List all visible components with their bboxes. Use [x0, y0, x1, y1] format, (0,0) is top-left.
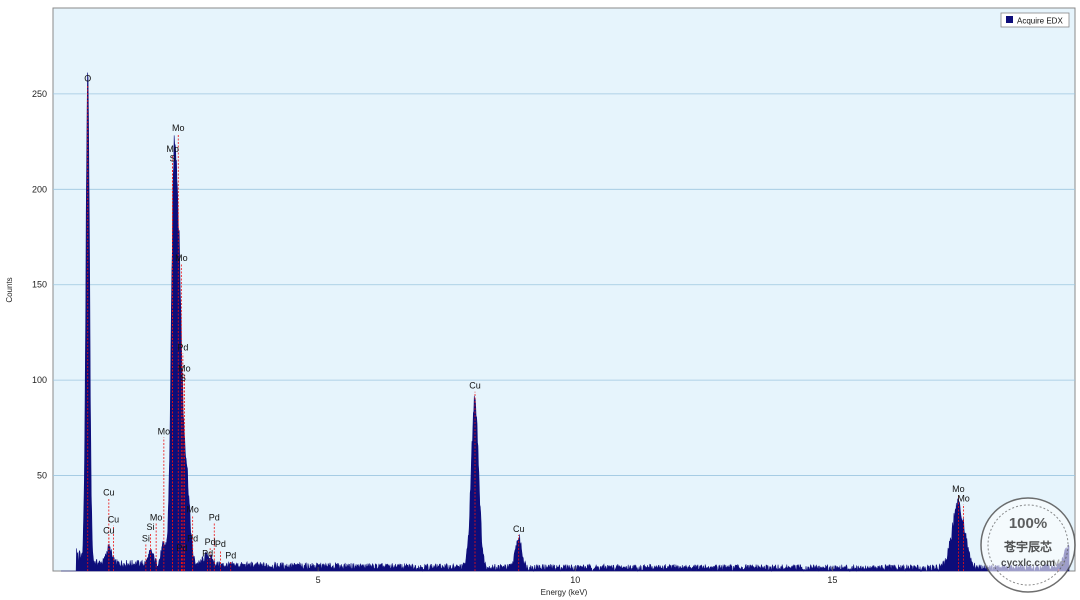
peak-label-0: O	[84, 73, 91, 83]
peak-label-26: Mo	[957, 493, 970, 503]
y-tick-label-3: 200	[32, 184, 47, 194]
y-tick-label-2: 150	[32, 280, 47, 290]
peak-label-20: Pd	[215, 539, 226, 549]
x-tick-label-1: 10	[570, 575, 580, 585]
peak-label-25: Mo	[952, 484, 965, 494]
y-axis-label: Counts	[5, 277, 14, 302]
peak-label-9: Cu	[103, 488, 115, 498]
peak-label-17: Pd	[187, 533, 198, 543]
watermark-chinese: 苍宇辰芯	[1003, 539, 1052, 554]
x-tick-label-2: 15	[827, 575, 837, 585]
peak-label-22: Pd	[225, 551, 236, 561]
y-tick-label-0: 50	[37, 471, 47, 481]
peak-label-23: Cu	[469, 381, 481, 391]
y-tick-label-4: 250	[32, 89, 47, 99]
plot-area	[52, 7, 1076, 572]
peak-label-6: Mo	[178, 364, 191, 374]
x-axis-label: Energy (keV)	[541, 588, 588, 597]
peak-label-14: Mo	[150, 512, 163, 522]
peak-label-3: S	[170, 154, 176, 164]
peak-label-4: Mo	[175, 253, 188, 263]
peak-label-10: Cu	[108, 514, 120, 524]
peak-label-8: Mo	[158, 426, 171, 436]
peak-label-7: S	[180, 373, 186, 383]
peak-label-16: Pd	[209, 512, 220, 522]
peak-label-24: Cu	[513, 524, 525, 534]
peak-label-21: Pd	[202, 549, 213, 559]
x-tick-label-0: 5	[316, 575, 321, 585]
y-tick-label-1: 100	[32, 375, 47, 385]
peak-label-1: Mo	[172, 123, 185, 133]
watermark-badge: 100%	[1009, 515, 1047, 532]
watermark-site: cycxlc.com	[1001, 558, 1055, 569]
legend: Acquire EDX	[1000, 12, 1070, 28]
peak-label-11: Cu	[103, 526, 115, 536]
legend-entry: Acquire EDX	[1017, 17, 1063, 26]
peak-label-15: Mo	[186, 505, 199, 515]
edx-spectrum-chart: OMoMoSMoPdMoSMoCuCuCu SiSiMoMoPdPd PdPd PdP…	[5, 7, 1076, 597]
peak-label-5: Pd	[177, 343, 188, 353]
legend-swatch	[1006, 16, 1013, 23]
peak-label-2: Mo	[166, 144, 179, 154]
watermark: 100% 苍宇辰芯 cycxlc.com	[980, 497, 1076, 593]
peak-label-12: Si	[146, 522, 154, 532]
peak-label-13: Si	[142, 533, 150, 543]
peak-label-19: Pd	[176, 543, 187, 553]
